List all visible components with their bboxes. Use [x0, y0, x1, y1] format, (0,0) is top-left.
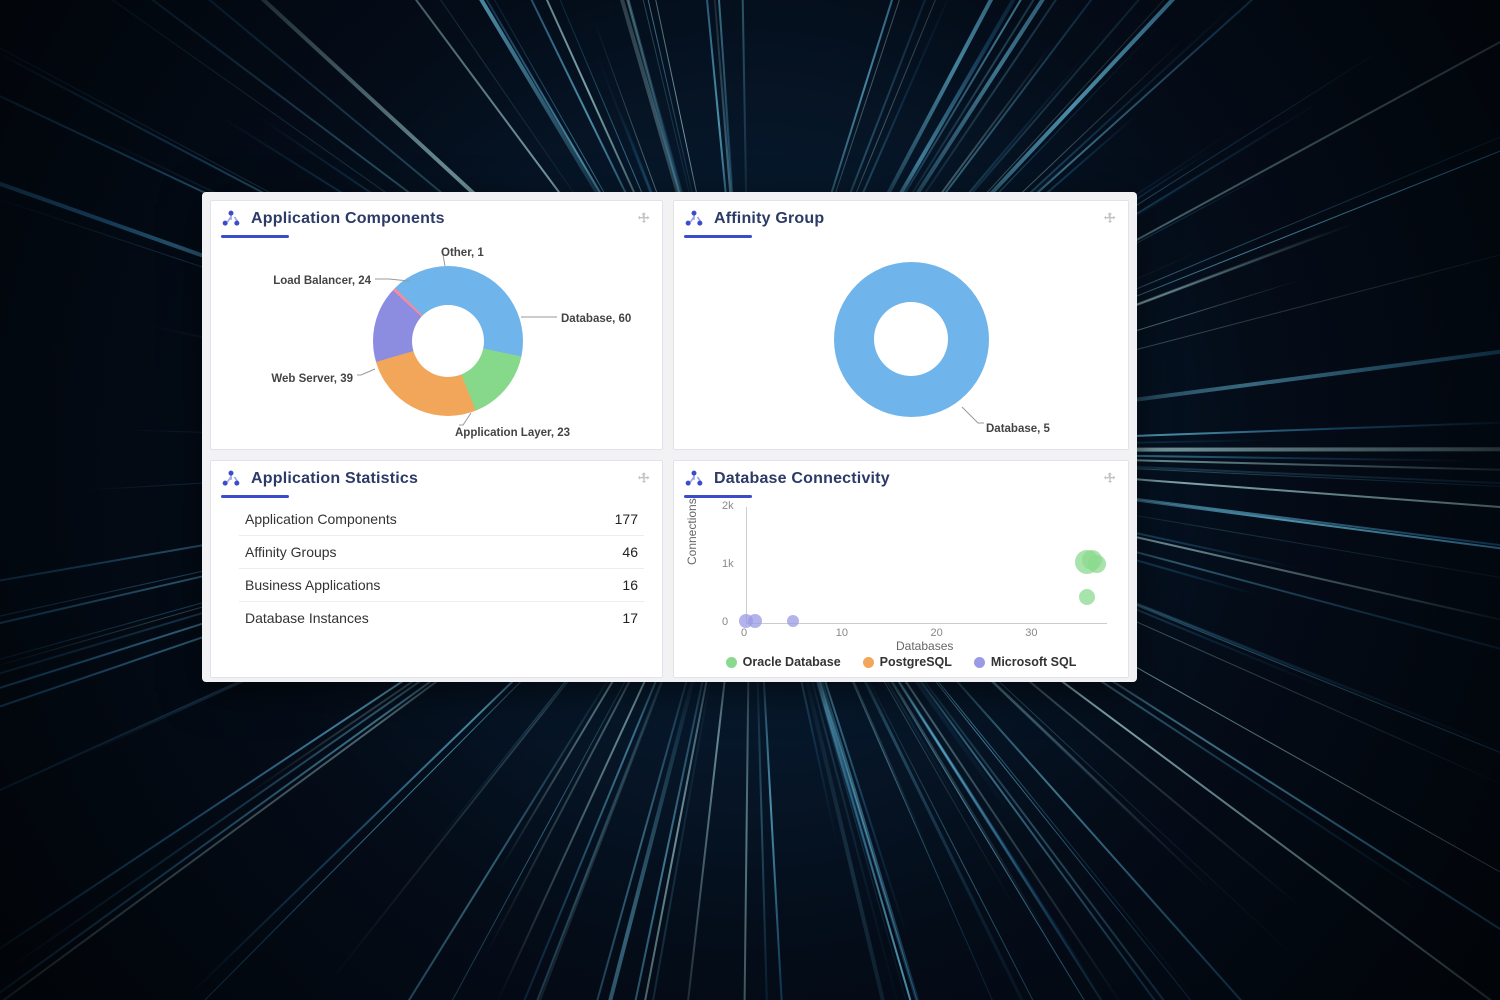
- stats-row[interactable]: Business Applications 16: [239, 569, 644, 602]
- stats-value: 46: [622, 544, 638, 560]
- stats-value: 177: [615, 511, 638, 527]
- chart-label: Other, 1: [441, 247, 484, 259]
- card-title: Affinity Group: [714, 210, 824, 228]
- card-header: Application Components: [211, 201, 662, 233]
- chart-label: Database, 5: [986, 423, 1050, 435]
- chart-label: Web Server, 39: [271, 373, 353, 385]
- move-icon[interactable]: [636, 211, 652, 227]
- stats-value: 17: [622, 610, 638, 626]
- y-tick: 2k: [722, 500, 734, 512]
- chart-label: Application Layer, 23: [455, 427, 570, 439]
- x-tick: 20: [930, 627, 942, 639]
- card-body: Database, 5: [674, 233, 1128, 449]
- y-axis-label: Connections: [685, 498, 699, 565]
- x-tick: 30: [1025, 627, 1037, 639]
- legend-swatch: [974, 657, 985, 668]
- card-application-components: Application Components Database, 60 Appli…: [210, 200, 663, 450]
- legend-swatch: [863, 657, 874, 668]
- chart-label: Database, 60: [561, 313, 631, 325]
- card-header: Database Connectivity: [674, 461, 1128, 493]
- plot-area: [746, 507, 1107, 624]
- stats-row[interactable]: Application Components 177: [239, 503, 644, 536]
- card-title: Application Components: [251, 210, 445, 228]
- y-tick: 0: [722, 616, 728, 628]
- data-point[interactable]: [787, 615, 799, 627]
- donut-chart-components[interactable]: Database, 60 Application Layer, 23 Web Ser…: [223, 241, 650, 443]
- card-body: Database, 60 Application Layer, 23 Web Ser…: [211, 233, 662, 449]
- stats-value: 16: [622, 577, 638, 593]
- x-tick: 10: [836, 627, 848, 639]
- data-point[interactable]: [1079, 589, 1095, 605]
- legend-item[interactable]: Oracle Database: [726, 655, 841, 669]
- y-tick: 1k: [722, 558, 734, 570]
- dashboard-panel: Application Components Database, 60 Appli…: [202, 192, 1137, 682]
- card-title: Application Statistics: [251, 470, 418, 488]
- chart-legend: Oracle Database PostgreSQL Microsoft SQL: [686, 655, 1116, 669]
- x-tick: 0: [741, 627, 747, 639]
- x-axis-label: Databases: [896, 639, 953, 653]
- stats-label: Application Components: [245, 511, 397, 527]
- legend-item[interactable]: Microsoft SQL: [974, 655, 1076, 669]
- data-point[interactable]: [1088, 555, 1106, 573]
- chart-label: Load Balancer, 24: [273, 275, 371, 287]
- card-application-statistics: Application Statistics Application Compo…: [210, 460, 663, 678]
- card-affinity-group: Affinity Group Database, 5: [673, 200, 1129, 450]
- data-point[interactable]: [748, 614, 762, 628]
- legend-item[interactable]: PostgreSQL: [863, 655, 952, 669]
- connectivity-icon: [684, 469, 704, 489]
- stats-label: Business Applications: [245, 577, 380, 593]
- move-icon[interactable]: [636, 471, 652, 487]
- donut-chart-affinity[interactable]: Database, 5: [686, 241, 1116, 443]
- legend-swatch: [726, 657, 737, 668]
- move-icon[interactable]: [1102, 471, 1118, 487]
- components-icon: [221, 209, 241, 229]
- stats-icon: [221, 469, 241, 489]
- card-body: Application Components 177 Affinity Groups…: [211, 493, 662, 677]
- card-database-connectivity: Database Connectivity Connections Databas…: [673, 460, 1129, 678]
- stats-label: Database Instances: [245, 610, 369, 626]
- card-body: Connections Databases 0 1k 2k 0 10 20 30 Oracle D…: [674, 493, 1128, 677]
- stats-row[interactable]: Database Instances 17: [239, 602, 644, 634]
- scatter-chart[interactable]: Connections Databases 0 1k 2k 0 10 20 30 Oracle D…: [686, 501, 1116, 671]
- card-title: Database Connectivity: [714, 470, 890, 488]
- affinity-icon: [684, 209, 704, 229]
- card-header: Affinity Group: [674, 201, 1128, 233]
- card-header: Application Statistics: [211, 461, 662, 493]
- move-icon[interactable]: [1102, 211, 1118, 227]
- stats-label: Affinity Groups: [245, 544, 337, 560]
- stats-row[interactable]: Affinity Groups 46: [239, 536, 644, 569]
